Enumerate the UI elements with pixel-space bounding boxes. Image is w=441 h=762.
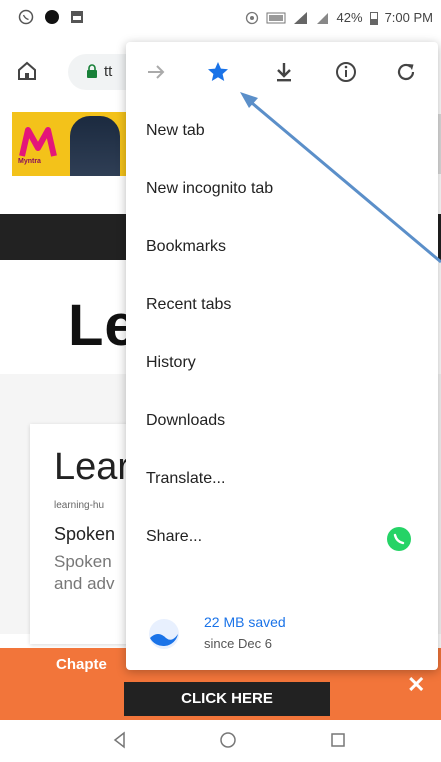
back-icon[interactable] — [110, 730, 130, 750]
recents-icon[interactable] — [328, 730, 348, 750]
clock: 7:00 PM — [384, 10, 433, 25]
home-nav-icon[interactable] — [218, 730, 238, 750]
signal-icon — [293, 11, 307, 24]
download-icon[interactable] — [272, 60, 296, 84]
status-right-icons: 42% 7:00 PM — [245, 10, 433, 25]
card-subtitle: learning-hu — [54, 500, 105, 511]
volte-icon — [266, 12, 286, 23]
chrome-overflow-menu: New tab New incognito tab Bookmarks Rece… — [126, 42, 438, 670]
hotspot-icon — [245, 11, 258, 24]
battery-percent: 42% — [336, 10, 363, 25]
card-body-line-2: and adv — [54, 574, 115, 593]
card-title: Lear — [54, 446, 131, 488]
status-bar: 42% 7:00 PM — [0, 0, 441, 38]
menu-item-bookmarks[interactable]: Bookmarks — [146, 238, 226, 256]
info-icon[interactable] — [334, 60, 358, 84]
status-left-icons — [18, 9, 84, 25]
image-notification-icon — [71, 11, 83, 23]
menu-item-share[interactable]: Share... — [146, 528, 202, 546]
home-icon[interactable] — [16, 60, 38, 82]
card-body-line-1: Spoken — [54, 552, 112, 571]
myntra-logo-icon — [19, 127, 57, 157]
bookmark-star-icon[interactable] — [206, 60, 230, 84]
menu-item-downloads[interactable]: Downloads — [146, 412, 225, 430]
battery-icon — [369, 11, 378, 25]
click-here-button[interactable]: CLICK HERE — [124, 682, 330, 716]
lock-icon — [87, 64, 97, 78]
menu-toolbar — [126, 42, 438, 102]
card-heading: Spoken — [54, 524, 116, 544]
whatsapp-notification-icon — [18, 9, 34, 25]
ad-person-image — [70, 116, 120, 176]
data-saved-since: since Dec 6 — [204, 636, 272, 651]
menu-item-new-tab[interactable]: New tab — [146, 122, 205, 140]
refresh-icon[interactable] — [394, 60, 418, 84]
data-saved-indicator[interactable]: 22 MB saved since Dec 6 — [126, 602, 438, 670]
promo-text: Chapte — [56, 656, 107, 673]
dot-notification-icon — [45, 10, 59, 24]
forward-arrow-icon[interactable] — [144, 60, 168, 84]
lite-mode-icon — [149, 619, 179, 649]
data-saved-amount: 22 MB saved — [204, 614, 286, 630]
menu-item-translate[interactable]: Translate... — [146, 470, 225, 488]
signal-2-icon — [316, 12, 328, 24]
ad-logo-text: Myntra — [18, 158, 41, 165]
menu-item-recent-tabs[interactable]: Recent tabs — [146, 296, 231, 314]
url-text: tt — [104, 63, 113, 80]
menu-item-new-incognito-tab[interactable]: New incognito tab — [146, 180, 273, 198]
system-nav-bar — [0, 720, 441, 762]
menu-item-history[interactable]: History — [146, 354, 196, 372]
whatsapp-icon[interactable] — [386, 526, 412, 552]
ad-banner[interactable]: Myntra — [12, 112, 128, 176]
close-icon[interactable]: ✕ — [407, 672, 425, 698]
